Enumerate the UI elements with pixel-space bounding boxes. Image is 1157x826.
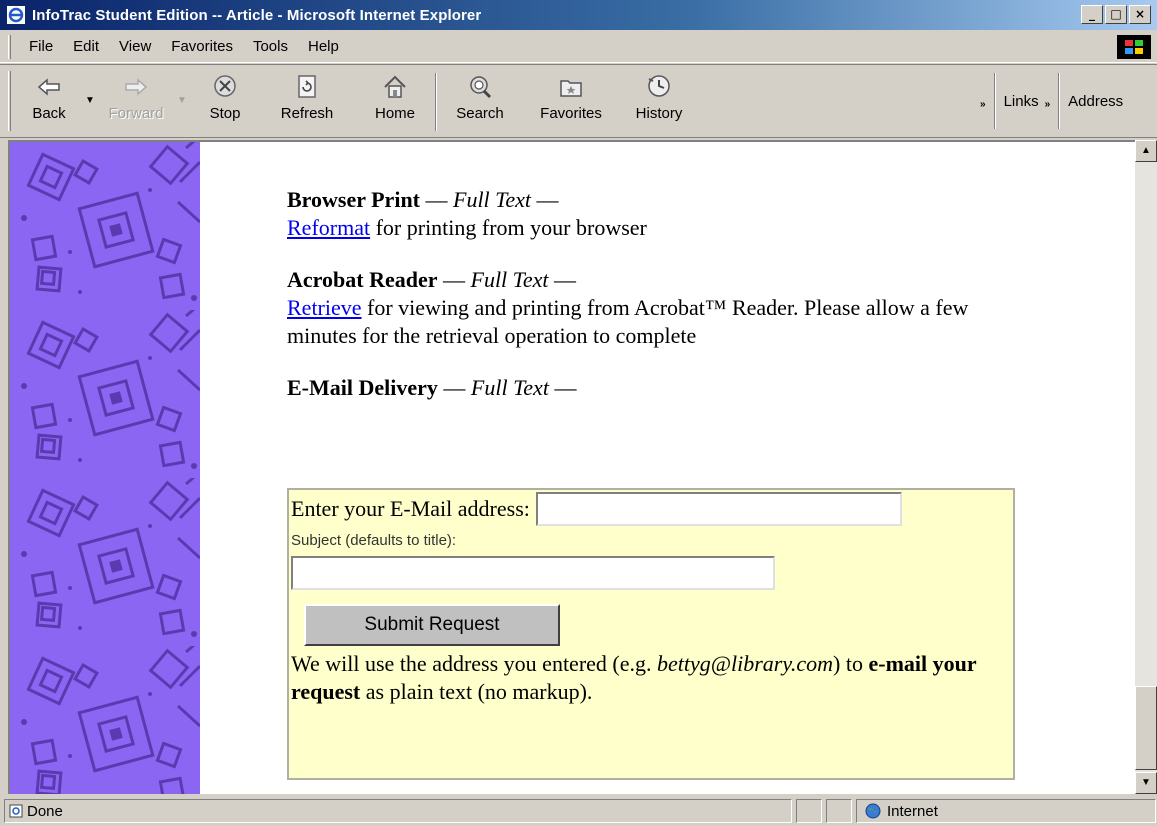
subject-input[interactable]: [291, 556, 775, 590]
window-title: InfoTrac Student Edition -- Article - Mi…: [32, 6, 482, 24]
menu-tools[interactable]: Tools: [243, 38, 298, 55]
email-address-label: Enter your E-Mail address:: [291, 496, 530, 521]
search-icon: [470, 76, 492, 99]
windows-logo-icon: [1117, 35, 1151, 59]
status-pane: [826, 799, 852, 823]
full-text-label: Full Text: [470, 267, 549, 292]
menu-bar: File Edit View Favorites Tools Help: [0, 31, 1157, 63]
back-button[interactable]: Back: [17, 65, 81, 137]
home-button[interactable]: Home: [355, 65, 435, 137]
toolbar-separator: [1058, 73, 1061, 129]
separator-dash: —: [548, 375, 577, 400]
links-bar[interactable]: Links: [1004, 93, 1039, 110]
scroll-down-icon[interactable]: ▼: [1135, 772, 1157, 794]
favorites-label: Favorites: [540, 105, 602, 122]
acrobat-section: Acrobat Reader — Full Text — Retrieve fo…: [287, 266, 1007, 350]
stop-icon: [214, 75, 236, 97]
acrobat-title: Acrobat Reader: [287, 267, 438, 292]
security-zone: Internet: [856, 799, 1156, 823]
full-text-label: Full Text: [453, 187, 532, 212]
status-text: Done: [27, 802, 63, 820]
back-dropdown-icon[interactable]: ▼: [81, 65, 99, 106]
scroll-thumb[interactable]: [1135, 686, 1157, 770]
history-button[interactable]: History: [619, 65, 699, 137]
vertical-scrollbar[interactable]: ▲ ▼: [1135, 140, 1157, 794]
back-arrow-icon: [37, 78, 60, 96]
menu-favorites[interactable]: Favorites: [161, 38, 243, 55]
menu-grip[interactable]: [8, 34, 11, 59]
home-icon: [384, 75, 406, 98]
menu-help[interactable]: Help: [298, 38, 349, 55]
forward-arrow-icon: [125, 78, 148, 96]
acrobat-description: for viewing and printing from Acrobat™ R…: [287, 295, 969, 348]
note-emphasis: e-mail: [868, 651, 928, 676]
full-text-label: Full Text: [470, 375, 549, 400]
geometric-pattern-icon: [10, 142, 200, 794]
toolbar-grip[interactable]: [8, 71, 11, 131]
search-label: Search: [456, 105, 504, 122]
status-pane: [796, 799, 822, 823]
menu-edit[interactable]: Edit: [63, 38, 109, 55]
separator-dash: —: [548, 267, 577, 292]
browser-print-section: Browser Print — Full Text — Reformat for…: [287, 186, 1007, 242]
separator-dash: —: [437, 267, 471, 292]
retrieve-link[interactable]: Retrieve: [287, 295, 362, 320]
delivery-options: Browser Print — Full Text — Reformat for…: [287, 186, 1007, 402]
history-icon: [648, 75, 670, 97]
email-delivery-form: Enter your E-Mail address: Subject (defa…: [287, 488, 1015, 780]
standard-toolbar: Back ▼ Forward ▼ Stop Refresh Home Searc…: [0, 64, 1157, 138]
page-content: Browser Print — Full Text — Reformat for…: [8, 140, 1135, 794]
forward-button[interactable]: Forward: [99, 65, 173, 137]
submit-request-button[interactable]: Submit Request: [304, 604, 560, 646]
note-text: We will use the address you entered (e.g…: [291, 651, 657, 676]
email-note: We will use the address you entered (e.g…: [291, 650, 1011, 706]
address-bar-label[interactable]: Address: [1068, 93, 1123, 110]
window-title-bar: InfoTrac Student Edition -- Article - Mi…: [0, 0, 1157, 30]
close-button[interactable]: ×: [1129, 5, 1151, 24]
forward-dropdown-icon[interactable]: ▼: [173, 65, 191, 106]
status-bar: Done Internet: [0, 796, 1157, 826]
toolbar-separator: [993, 73, 996, 129]
refresh-button[interactable]: Refresh: [259, 65, 355, 137]
maximize-button[interactable]: □: [1105, 5, 1127, 24]
zone-text: Internet: [887, 802, 938, 820]
search-button[interactable]: Search: [437, 65, 523, 137]
note-text: ) to: [833, 651, 869, 676]
favorites-folder-icon: [560, 80, 582, 97]
browser-print-title: Browser Print: [287, 187, 420, 212]
decorative-sidebar: [10, 142, 200, 794]
stop-label: Stop: [209, 105, 241, 122]
subject-label: Subject (defaults to title):: [291, 532, 457, 549]
email-delivery-heading: E-Mail Delivery — Full Text —: [287, 374, 1007, 402]
toolbar-chevron-icon[interactable]: »: [980, 93, 986, 110]
back-label: Back: [32, 105, 66, 122]
separator-dash: —: [420, 187, 453, 212]
menu-view[interactable]: View: [109, 38, 161, 55]
forward-label: Forward: [108, 105, 164, 122]
separator-dash: —: [437, 375, 471, 400]
history-label: History: [635, 105, 683, 122]
note-text: as plain text (no markup).: [360, 679, 593, 704]
home-label: Home: [374, 105, 415, 122]
refresh-icon: [298, 75, 316, 98]
reformat-link[interactable]: Reformat: [287, 215, 370, 240]
separator-dash: —: [531, 187, 559, 212]
menu-file[interactable]: File: [19, 38, 63, 55]
email-address-input[interactable]: [535, 492, 902, 526]
minimize-button[interactable]: _: [1081, 5, 1103, 24]
refresh-label: Refresh: [280, 105, 334, 122]
links-chevron-icon[interactable]: »: [1045, 93, 1051, 110]
stop-button[interactable]: Stop: [191, 65, 259, 137]
internet-globe-icon: [865, 803, 881, 819]
ie-app-icon: [6, 5, 26, 25]
scroll-up-icon[interactable]: ▲: [1135, 140, 1157, 162]
email-delivery-title: E-Mail Delivery: [287, 375, 438, 400]
browser-print-description: for printing from your browser: [370, 215, 647, 240]
favorites-button[interactable]: Favorites: [523, 65, 619, 137]
page-icon: [9, 804, 23, 818]
example-email: bettyg@library.com: [657, 651, 834, 676]
